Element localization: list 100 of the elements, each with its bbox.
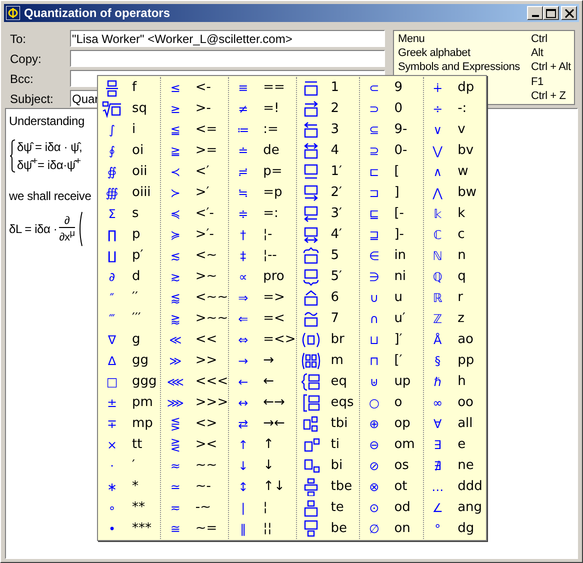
minimize-button[interactable] [527,6,543,20]
symbol-button[interactable]: ℂ [424,228,452,242]
symbol-button[interactable]: ≥ [161,102,190,116]
symbol-button[interactable]: ≧ [161,144,190,158]
symbol-button[interactable]: ≐ [229,144,258,158]
symbol-button[interactable]: Å [424,332,452,346]
symbol-button[interactable]: ∪ [360,290,388,304]
symbol-button[interactable]: ∫ [98,122,126,136]
symbol-button[interactable]: ∔ [424,80,452,94]
symbol-button[interactable]: ∂ [98,270,126,284]
symbol-button[interactable]: ≈ [161,458,190,472]
symbol-button[interactable]: ↓ [229,458,258,472]
symbol-button[interactable]: ↔ [229,396,258,410]
symbol-button[interactable]: ∞ [424,396,452,410]
symbol-button[interactable]: ≂ [161,500,190,514]
symbol-button[interactable]: ⪅ [161,290,190,304]
symbol-button[interactable]: ∧ [424,164,452,178]
symbol-button[interactable]: ∯ [98,164,126,178]
box-with-brace-icon[interactable] [300,246,321,264]
symbol-button[interactable]: ∗ [98,480,126,494]
symbol-button[interactable]: ∋ [360,270,388,284]
symbol-button[interactable]: ≺ [161,164,190,178]
symbol-button[interactable]: ⇔ [229,332,258,346]
symbol-button[interactable]: | [229,500,258,514]
symbol-button[interactable]: ℝ [424,290,452,304]
symbol-button[interactable]: ≼ [161,206,190,220]
box-with-brace-icon[interactable] [300,268,321,286]
symbol-button[interactable]: 𝕜 [424,206,452,220]
symbol-button[interactable]: ⊏ [360,164,388,178]
symbol-button[interactable]: ⊒ [360,228,388,242]
matrix-icon[interactable] [300,352,321,370]
symbol-button[interactable]: ↑ [229,438,258,452]
root-icon[interactable] [102,100,122,118]
symbol-button[interactable]: · [98,458,126,472]
symbol-button[interactable]: ∅ [360,522,388,536]
symbol-button[interactable]: ≽ [161,228,190,242]
symbol-button[interactable]: ∇ [98,332,126,346]
symbol-button[interactable]: ≫ [161,354,190,368]
symbol-button[interactable]: ⋀ [424,186,452,200]
symbol-button[interactable]: ≒ [229,186,258,200]
symbol-button[interactable]: Σ [98,206,126,220]
parentheses-icon[interactable] [300,330,321,348]
symbol-button[interactable]: ○ [360,396,388,410]
symbol-button[interactable]: ⋁ [424,144,452,158]
bracket-boxes-icon[interactable] [300,394,321,412]
symbol-button[interactable]: … [424,480,452,494]
symbol-button[interactable]: ↕ [229,480,258,494]
symbol-button[interactable]: ⊙ [360,500,388,514]
symbol-button[interactable]: ∰ [98,186,126,200]
symbol-button[interactable]: ⊗ [360,480,388,494]
symbol-button[interactable]: ⊔ [360,332,388,346]
symbol-button[interactable]: ≔ [229,122,258,136]
symbol-button[interactable]: ℤ [424,312,452,326]
symbol-button[interactable]: × [98,438,126,452]
symbol-button[interactable]: ⊓ [360,354,388,368]
symbol-button[interactable]: ‖ [229,522,258,536]
symbol-button[interactable]: ≅ [161,522,190,536]
symbol-button[interactable]: † [229,228,258,242]
symbol-button[interactable]: ∮ [98,144,126,158]
symbol-button[interactable]: ≳ [161,270,190,284]
symbol-button[interactable]: § [424,354,452,368]
symbol-button[interactable]: ≡ [229,80,258,94]
symbol-button[interactable]: ⊎ [360,374,388,388]
symbol-button[interactable]: ⪆ [161,312,190,326]
symbol-button[interactable]: ″ [98,290,126,304]
symbol-button[interactable]: ≠ [229,102,258,116]
symbol-button[interactable]: ‴ [98,312,126,326]
symbol-button[interactable]: ≦ [161,122,190,136]
symbol-button[interactable]: ∐ [98,248,126,262]
symbol-button[interactable]: ∨ [424,122,452,136]
symbol-button[interactable]: ℕ [424,248,452,262]
symbol-button[interactable]: ← [229,374,258,388]
symbol-button[interactable]: ⊐ [360,186,388,200]
symbol-button[interactable]: ∏ [98,228,126,242]
symbol-button[interactable]: ⊑ [360,206,388,220]
symbol-button[interactable]: ∓ [98,416,126,430]
symbol-button[interactable]: ≃ [161,480,190,494]
close-button[interactable] [561,6,577,20]
symbol-button[interactable]: ≑ [229,206,258,220]
symbol-button[interactable]: ∝ [229,270,258,284]
symbol-button[interactable]: ⋛ [161,438,190,452]
symbol-button[interactable]: ⋘ [161,374,190,388]
symbol-button[interactable]: ⇐ [229,312,258,326]
symbol-button[interactable]: • [98,522,126,536]
symbol-button[interactable]: ⇒ [229,290,258,304]
text-field[interactable]: "Lisa Worker" <Worker_L@sciletter.com> [70,30,385,47]
symbol-button[interactable]: → [229,354,258,368]
symbol-button[interactable]: ⊕ [360,416,388,430]
symbol-button[interactable]: ⊆ [360,122,388,136]
symbol-button[interactable]: ⋙ [161,396,190,410]
brace-boxes-icon[interactable] [300,372,321,390]
symbol-button[interactable]: ∃ [424,438,452,452]
maximize-button[interactable] [543,6,559,20]
symbol-button[interactable]: ∀ [424,416,452,430]
text-field[interactable] [70,50,385,67]
symbol-button[interactable]: ± [98,396,126,410]
symbol-button[interactable]: ÷ [424,102,452,116]
symbol-button[interactable]: ∆ [98,354,126,368]
symbol-button[interactable]: ⊘ [360,458,388,472]
symbol-button[interactable]: ∄ [424,458,452,472]
